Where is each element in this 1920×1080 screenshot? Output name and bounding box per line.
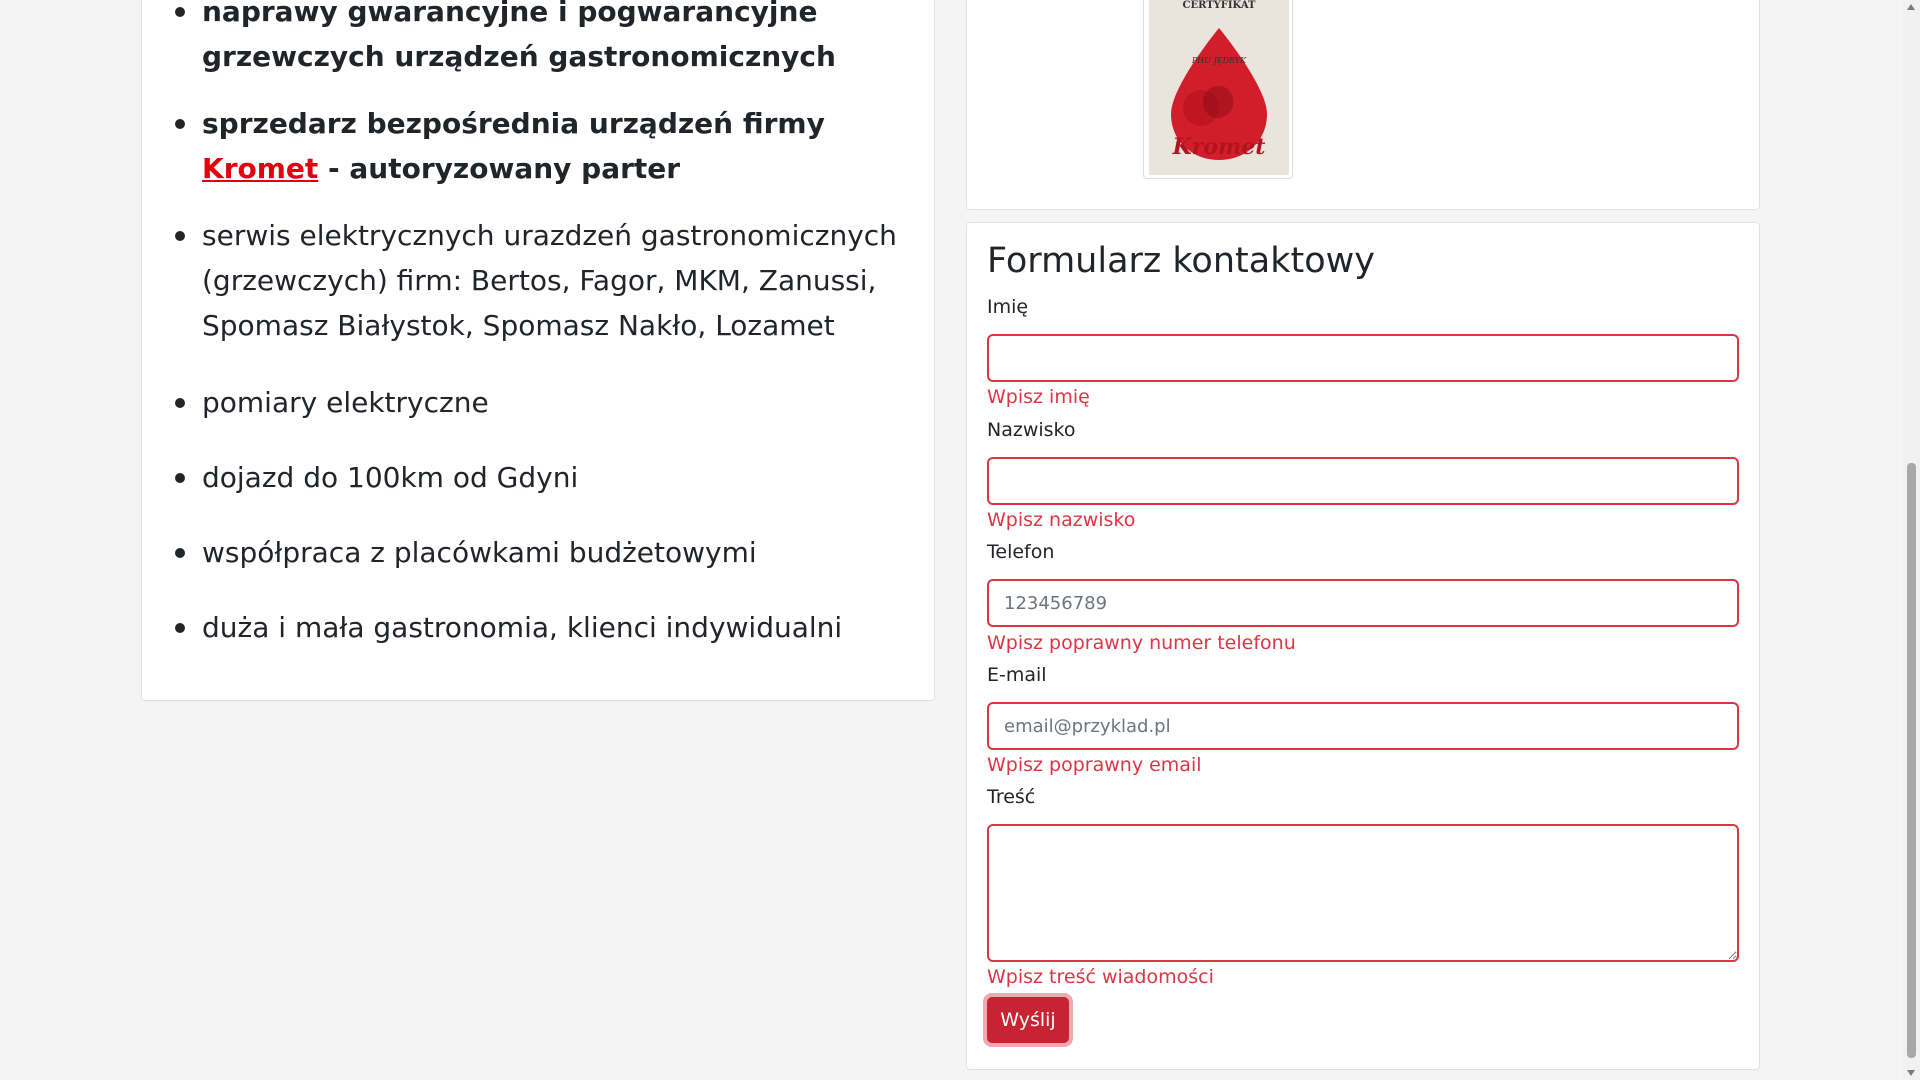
service-item-repairs: naprawy gwarancyjne i pogwarancyjne grze… — [175, 0, 902, 79]
services-card: naprawy gwarancyjne i pogwarancyjne grze… — [141, 0, 935, 701]
last-name-input[interactable] — [987, 457, 1739, 505]
email-input[interactable] — [987, 702, 1739, 750]
certificate-card: CERTYFIKAT PHU JĘDRYK Kromet — [966, 0, 1760, 210]
email-label: E-mail — [987, 664, 1047, 686]
service-item-kromet-sales: sprzedarz bezpośrednia urządzeń firmy Kr… — [175, 101, 902, 191]
email-error: Wpisz poprawny email — [987, 754, 1202, 776]
service-item-electrical-service: serwis elektrycznych urazdzeń gastronomi… — [175, 213, 902, 348]
kromet-link[interactable]: Kromet — [202, 152, 318, 185]
certificate-thumbnail[interactable]: CERTYFIKAT PHU JĘDRYK Kromet — [1143, 0, 1293, 179]
last-name-error: Wpisz nazwisko — [987, 509, 1136, 531]
service-item-text: - autoryzowany parter — [318, 152, 681, 185]
scroll-up-icon[interactable] — [1907, 4, 1915, 10]
service-item-text: sprzedarz bezpośrednia urządzeń firmy — [202, 107, 825, 140]
phone-input[interactable] — [987, 579, 1739, 627]
first-name-label: Imię — [987, 296, 1029, 318]
certificate-brand-logo: Kromet — [1172, 134, 1266, 160]
message-error: Wpisz treść wiadomości — [987, 966, 1214, 988]
message-label: Treść — [987, 786, 1036, 808]
service-item-budget-institutions: współpraca z placówkami budżetowymi — [175, 530, 902, 575]
first-name-input[interactable] — [987, 334, 1739, 382]
contact-form-title: Formularz kontaktowy — [987, 241, 1375, 281]
certificate-name: PHU JĘDRYK — [1191, 56, 1247, 65]
certificate-image: CERTYFIKAT PHU JĘDRYK Kromet — [1149, 0, 1289, 175]
message-textarea[interactable] — [987, 824, 1739, 962]
page-scrollbar[interactable] — [1903, 0, 1920, 1080]
scrollbar-thumb[interactable] — [1907, 463, 1916, 1058]
last-name-label: Nazwisko — [987, 419, 1076, 441]
service-item-measurements: pomiary elektryczne — [175, 380, 902, 425]
service-item-gastronomy-clients: duża i mała gastronomia, klienci indywid… — [175, 605, 902, 650]
phone-label: Telefon — [987, 541, 1055, 563]
service-item-travel: dojazd do 100km od Gdyni — [175, 455, 902, 500]
scroll-down-icon[interactable] — [1907, 1070, 1915, 1076]
certificate-title: CERTYFIKAT — [1182, 0, 1256, 11]
first-name-error: Wpisz imię — [987, 386, 1090, 408]
phone-error: Wpisz poprawny numer telefonu — [987, 632, 1296, 654]
submit-button[interactable]: Wyślij — [987, 997, 1069, 1043]
contact-form-card: Formularz kontaktowy Imię Wpisz imię Naz… — [966, 222, 1760, 1070]
